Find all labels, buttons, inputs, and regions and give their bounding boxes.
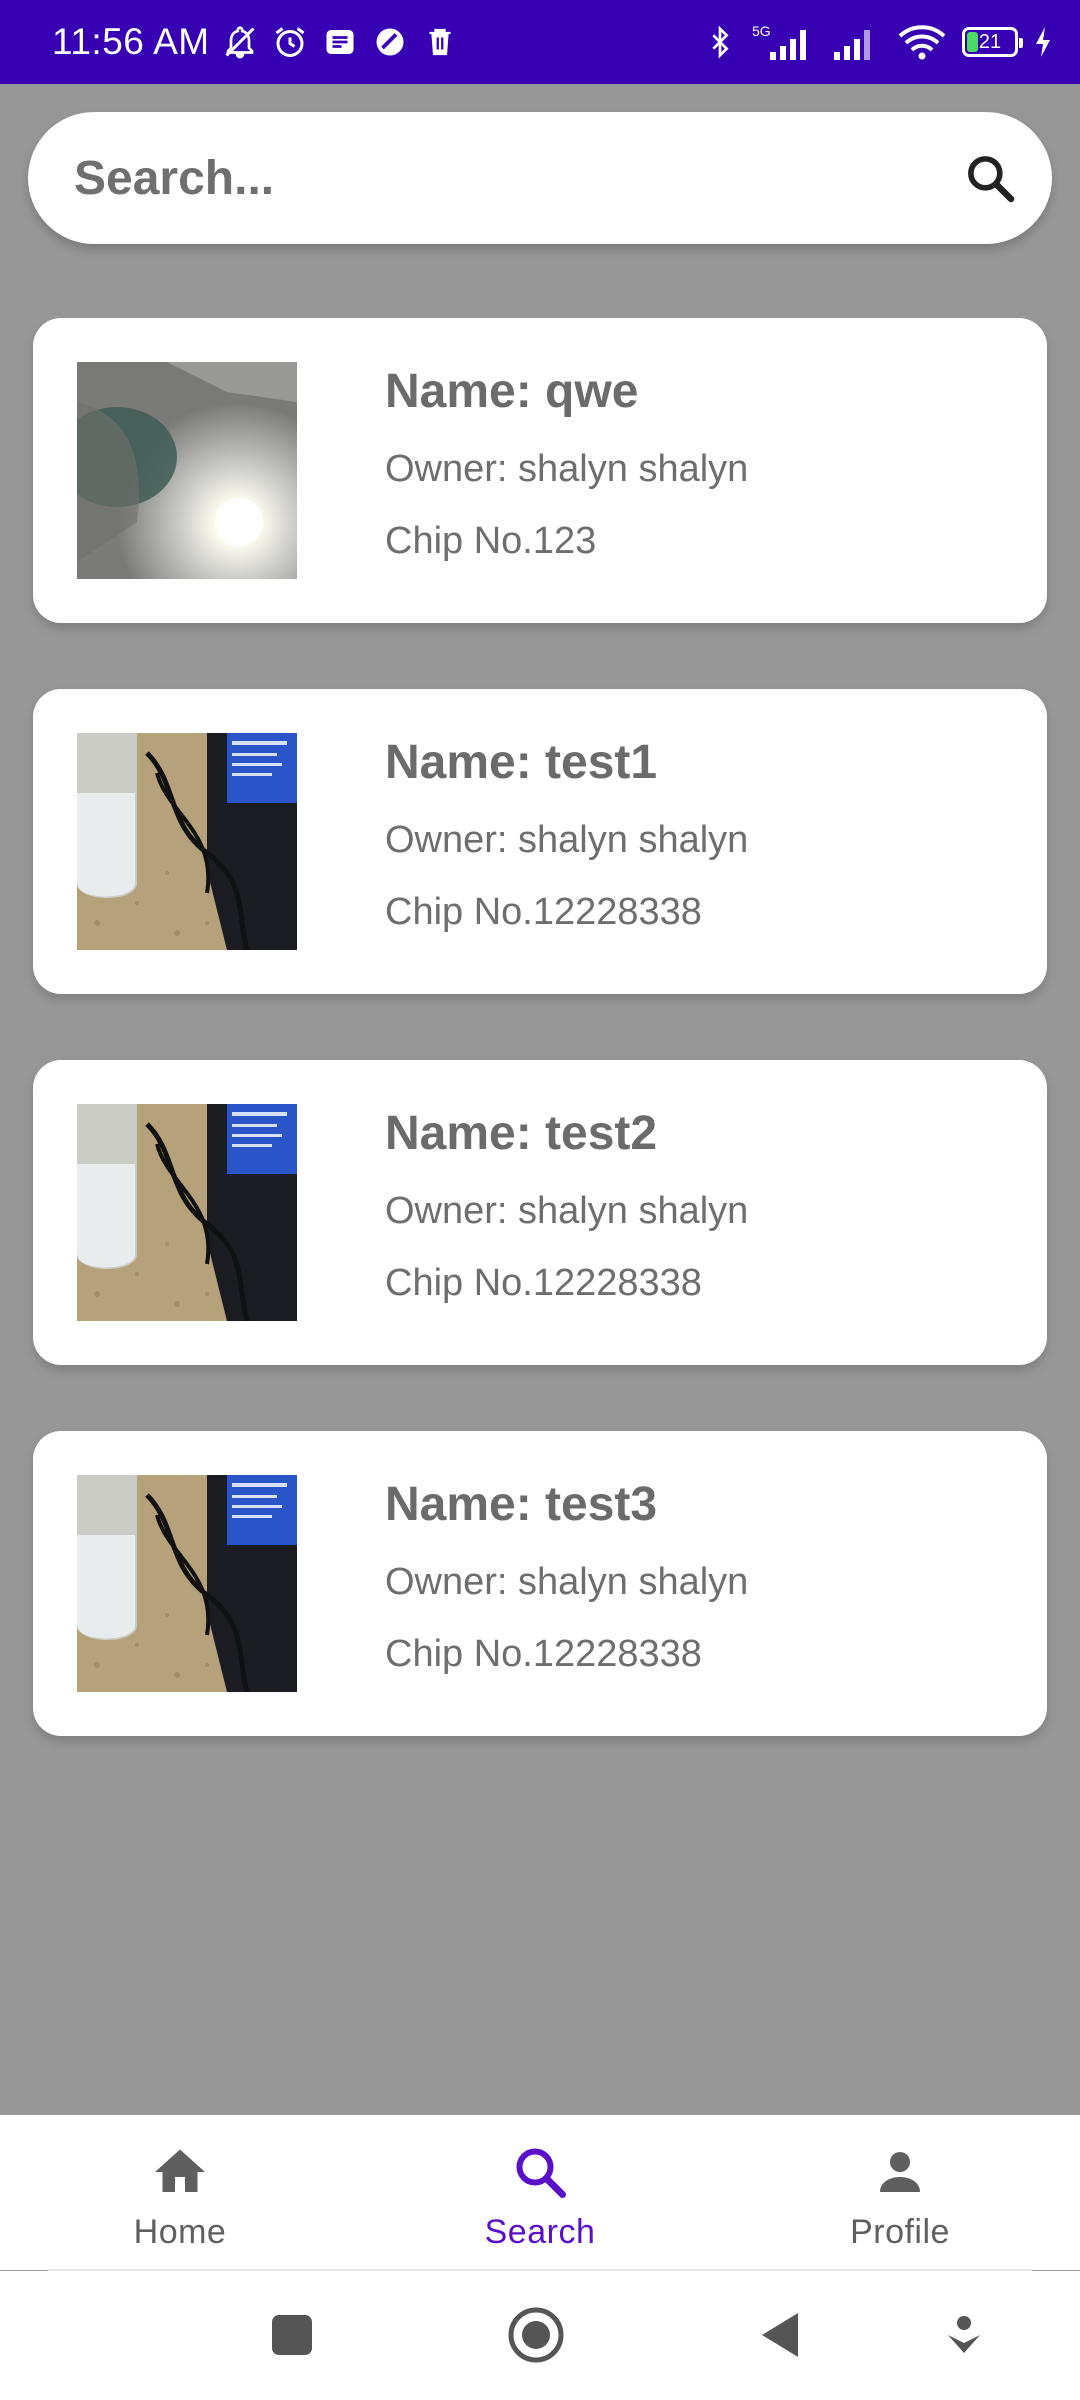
pet-card-info: Name: test2 Owner: shalyn shalyn Chip No… (385, 1102, 749, 1304)
nav-item-profile[interactable]: Profile (780, 2115, 1020, 2270)
muted-notification-icon (222, 24, 258, 60)
message-icon (322, 24, 358, 60)
pet-name: Name: test1 (385, 736, 658, 789)
pet-card[interactable]: Name: test2 Owner: shalyn shalyn Chip No… (33, 1060, 1047, 1365)
pet-card-info: Name: test3 Owner: shalyn shalyn Chip No… (385, 1473, 749, 1675)
pet-chip-number: Chip No.12228338 (385, 1633, 702, 1675)
search-icon[interactable] (960, 148, 1020, 208)
pet-card-info: Name: test1 Owner: shalyn shalyn Chip No… (385, 731, 749, 933)
pet-name: Name: test2 (385, 1107, 658, 1160)
status-time: 11:56 AM (52, 21, 210, 62)
recents-button[interactable] (252, 2295, 332, 2375)
pet-chip-number: Chip No.123 (385, 520, 597, 562)
pet-card[interactable]: Name: test1 Owner: shalyn shalyn Chip No… (33, 689, 1047, 994)
pet-card[interactable]: Name: test3 Owner: shalyn shalyn Chip No… (33, 1431, 1047, 1736)
search-icon (510, 2142, 570, 2202)
bottom-navigation: Home Search Profile (0, 2115, 1080, 2270)
pet-card[interactable]: Name: qwe Owner: shalyn shalyn Chip No.1… (33, 318, 1047, 623)
battery-icon: 21 (962, 27, 1023, 57)
nav-item-search[interactable]: Search (420, 2115, 660, 2270)
pet-photo (77, 1475, 297, 1692)
charging-icon (1032, 24, 1054, 60)
pet-photo (77, 1104, 297, 1321)
nav-label-home: Home (133, 2213, 227, 2251)
status-bar: 11:56 AM 5G 21 (0, 0, 1080, 84)
data-saver-icon (372, 24, 408, 60)
alarm-icon (272, 24, 308, 60)
bluetooth-icon (702, 24, 738, 60)
back-button[interactable] (740, 2295, 820, 2375)
search-bar[interactable] (28, 112, 1052, 244)
battery-level: 21 (978, 30, 1002, 53)
nav-label-search: Search (484, 2213, 596, 2251)
nav-item-home[interactable]: Home (60, 2115, 300, 2270)
system-navigation-bar (0, 2271, 1080, 2400)
pet-name: Name: test3 (385, 1478, 658, 1531)
search-input[interactable] (72, 149, 960, 207)
pet-card-info: Name: qwe Owner: shalyn shalyn Chip No.1… (385, 360, 749, 562)
pet-chip-number: Chip No.12228338 (385, 891, 702, 933)
back-triangle-icon (762, 2313, 798, 2357)
home-icon (150, 2142, 210, 2202)
assist-button[interactable] (924, 2295, 1004, 2375)
network-label: 5G (752, 23, 771, 39)
signal-icon (830, 24, 882, 60)
pet-owner: Owner: shalyn shalyn (385, 1561, 749, 1603)
status-right-icons: 5G 21 (702, 0, 1054, 84)
signal-5g-icon: 5G (752, 23, 816, 60)
wifi-icon (896, 24, 948, 60)
status-left-icons (222, 24, 458, 60)
recents-icon (272, 2315, 312, 2355)
pet-photo (77, 733, 297, 950)
pet-owner: Owner: shalyn shalyn (385, 819, 749, 861)
trash-icon (422, 24, 458, 60)
person-icon (870, 2142, 930, 2202)
pet-chip-number: Chip No.12228338 (385, 1262, 702, 1304)
pet-owner: Owner: shalyn shalyn (385, 1190, 749, 1232)
nav-label-profile: Profile (850, 2213, 950, 2251)
pet-name: Name: qwe (385, 365, 639, 418)
home-button[interactable] (496, 2295, 576, 2375)
assist-icon (948, 2316, 980, 2353)
pet-owner: Owner: shalyn shalyn (385, 448, 749, 490)
pet-photo (77, 362, 297, 579)
home-circle-icon (508, 2307, 564, 2363)
